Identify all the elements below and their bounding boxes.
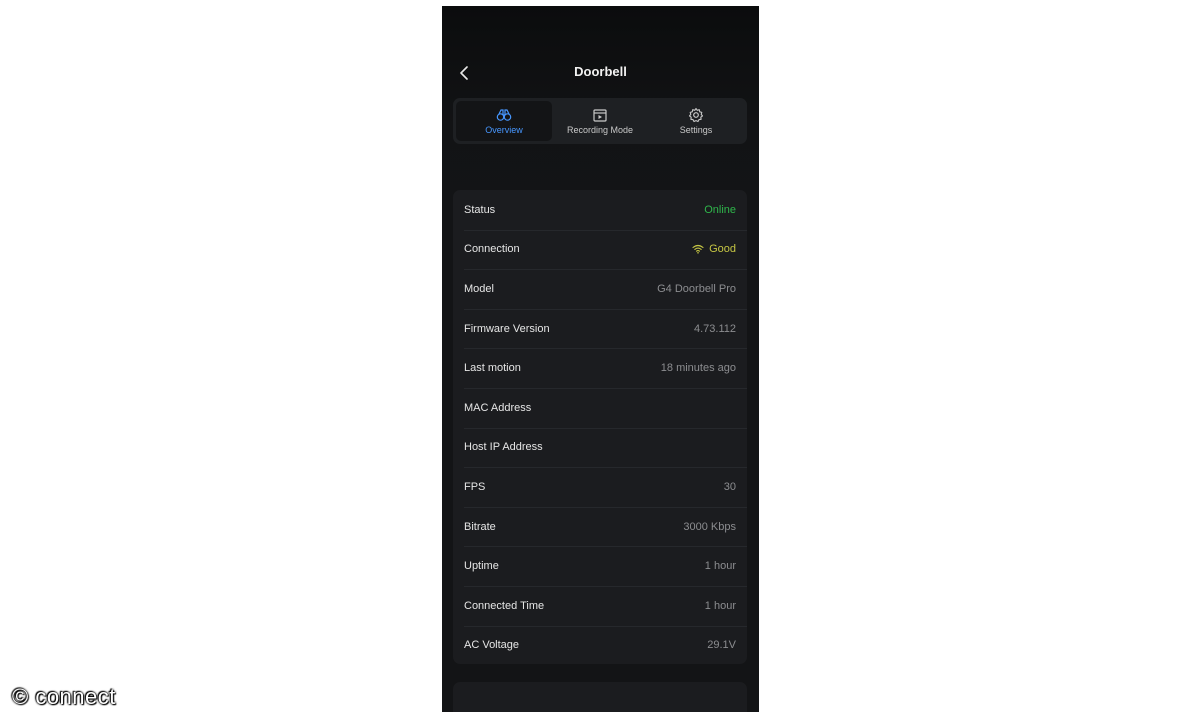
connection-value: Good — [709, 243, 736, 256]
secondary-card — [453, 682, 747, 712]
phone-screen: Doorbell Overview Recording Mode Setting… — [442, 6, 759, 712]
detail-label: Bitrate — [464, 520, 496, 533]
detail-value: 18 minutes ago — [660, 362, 736, 375]
tab-settings-label: Settings — [679, 125, 713, 135]
wifi-icon — [692, 245, 704, 254]
detail-label: Connected Time — [464, 599, 545, 612]
detail-label: AC Voltage — [464, 639, 520, 652]
watermark: © connect — [12, 684, 116, 709]
detail-label: Firmware Version — [464, 322, 550, 335]
detail-value: 29.1V — [707, 639, 736, 652]
tab-bar: Overview Recording Mode Settings — [453, 98, 747, 144]
header: Doorbell — [442, 58, 759, 88]
detail-label: Last motion — [464, 362, 521, 375]
detail-label: Status — [464, 203, 496, 216]
page: Doorbell Overview Recording Mode Setting… — [0, 0, 1200, 720]
gear-icon — [688, 107, 704, 123]
detail-row-model: Model G4 Doorbell Pro — [453, 269, 747, 309]
detail-row-status: Status Online — [453, 190, 747, 230]
detail-label: Host IP Address — [464, 441, 543, 454]
detail-value: 30 — [723, 480, 736, 493]
detail-label: Model — [464, 282, 494, 295]
device-details-card: Status Online Connection Good Model G4 D… — [453, 190, 747, 664]
binoculars-icon — [496, 109, 512, 121]
detail-label: Uptime — [464, 560, 499, 573]
detail-label: Connection — [464, 243, 520, 256]
detail-row-connection: Connection Good — [453, 229, 747, 270]
tab-overview[interactable]: Overview — [456, 101, 552, 141]
detail-value: 1 hour — [704, 599, 736, 612]
connection-value-group: Good — [692, 243, 736, 255]
recording-icon — [593, 109, 607, 122]
detail-value: 3000 Kbps — [683, 520, 736, 533]
detail-row-fps: FPS 30 — [453, 467, 747, 507]
detail-row-ac-voltage: AC Voltage 29.1V — [453, 625, 747, 664]
tab-recording-mode[interactable]: Recording Mode — [552, 101, 648, 141]
detail-row-last-motion: Last motion 18 minutes ago — [453, 348, 747, 388]
detail-row-mac-address: MAC Address — [453, 387, 747, 428]
detail-value: 4.73.112 — [693, 322, 736, 335]
detail-row-uptime: Uptime 1 hour — [453, 546, 747, 586]
detail-row-bitrate: Bitrate 3000 Kbps — [453, 506, 747, 547]
tab-overview-label: Overview — [485, 125, 523, 135]
detail-row-firmware-version: Firmware Version 4.73.112 — [453, 308, 747, 349]
detail-value: 1 hour — [704, 560, 736, 573]
detail-row-host-ip-address: Host IP Address — [453, 427, 747, 468]
detail-row-connected-time: Connected Time 1 hour — [453, 585, 747, 626]
page-title: Doorbell — [574, 64, 627, 79]
status-value: Online — [704, 203, 736, 216]
tab-settings[interactable]: Settings — [648, 101, 744, 141]
tab-recording-mode-label: Recording Mode — [566, 125, 634, 135]
detail-label: FPS — [464, 480, 486, 493]
detail-label: MAC Address — [464, 401, 532, 414]
detail-value: G4 Doorbell Pro — [657, 282, 736, 295]
